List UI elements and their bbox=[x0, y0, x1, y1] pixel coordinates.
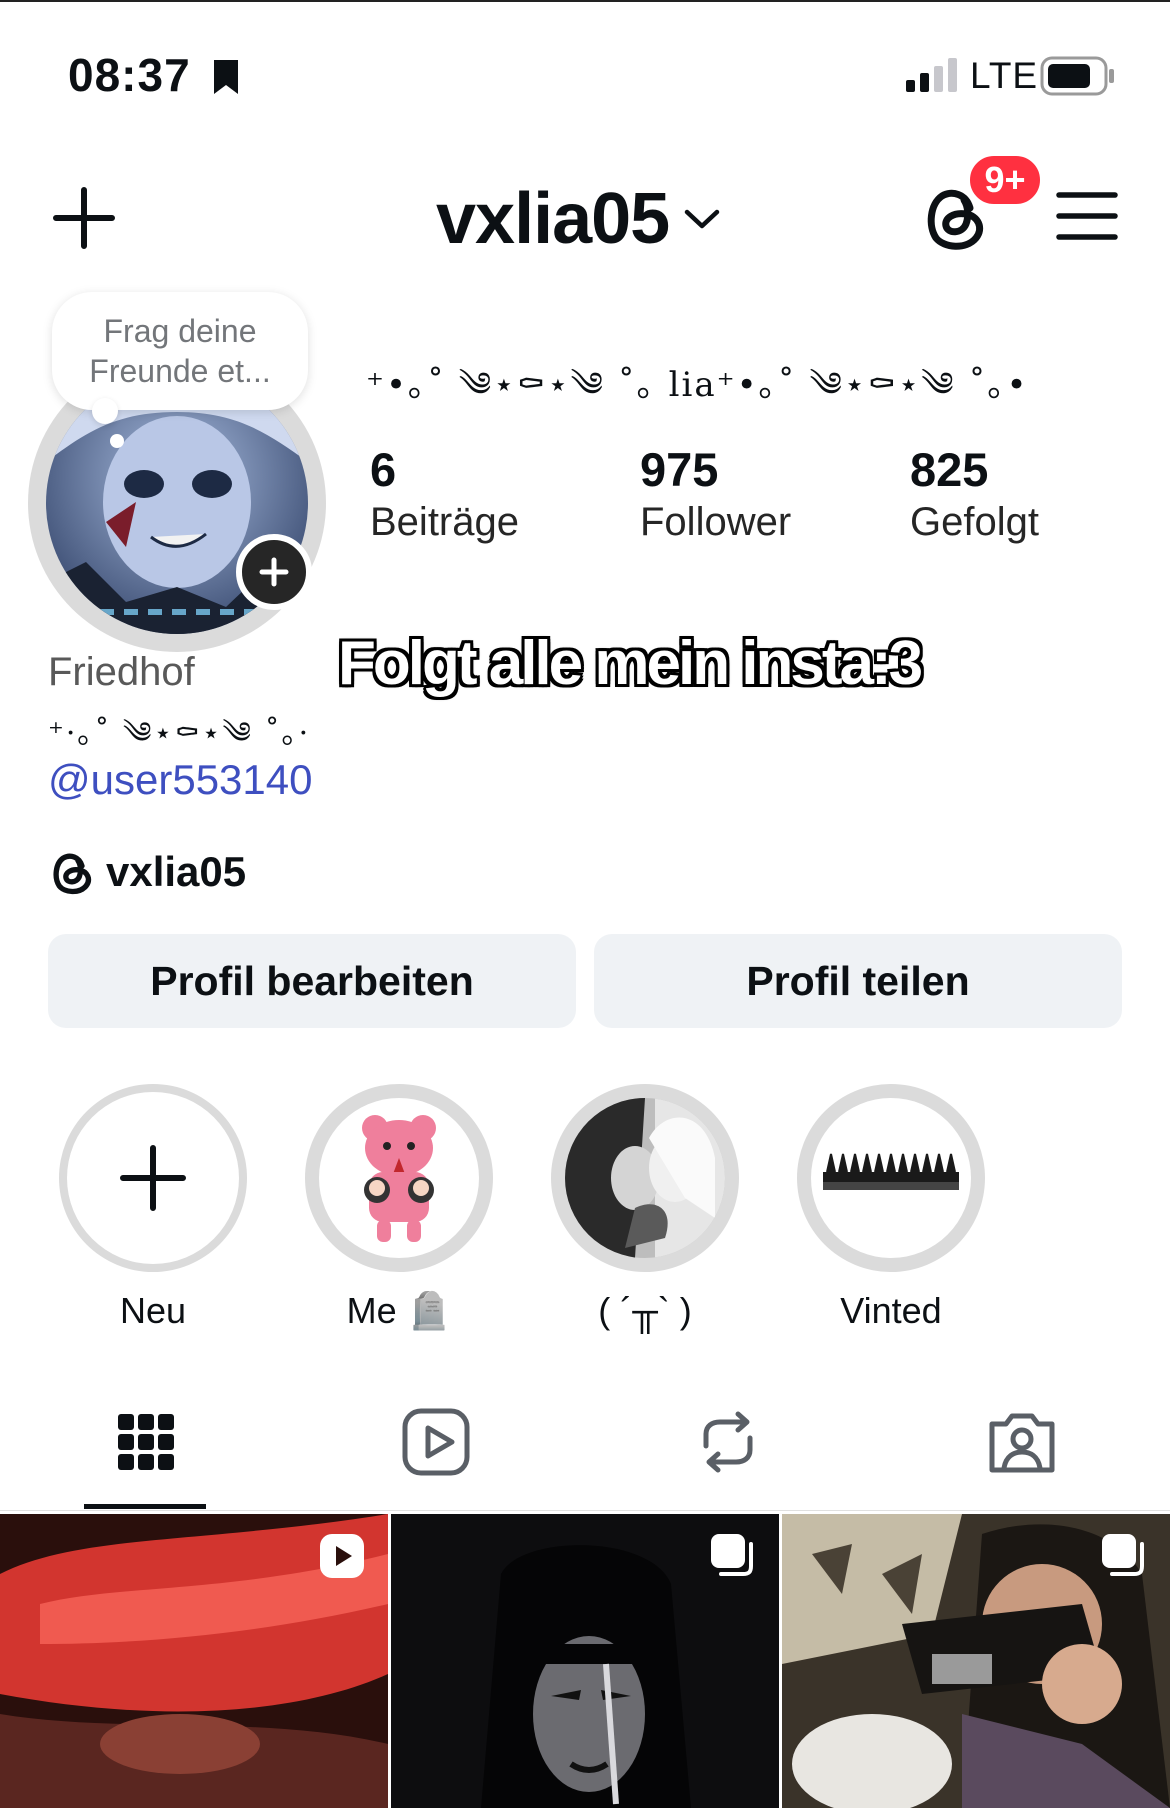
carousel-icon bbox=[1102, 1534, 1144, 1576]
account-switcher[interactable]: vxlia05 bbox=[436, 178, 721, 260]
highlight-cover-belt bbox=[811, 1098, 971, 1258]
note-bubble-tail bbox=[92, 398, 118, 424]
bookmark-icon bbox=[214, 60, 238, 94]
stat-posts[interactable]: 6 Beiträge bbox=[370, 442, 519, 546]
bio-name: Friedhof bbox=[48, 650, 195, 694]
profile-display-name: ⁺•｡˚ ༄⋆⚰⋆༄ ˚｡ lia⁺•｡˚ ༄⋆⚰⋆༄ ˚｡• bbox=[366, 365, 1029, 405]
note-bubble-tail-small bbox=[110, 434, 124, 448]
stat-following[interactable]: 825 Gefolgt bbox=[910, 442, 1039, 546]
create-plus-button[interactable] bbox=[52, 186, 116, 250]
stat-posts-label: Beiträge bbox=[370, 500, 519, 544]
highlight-label: ( ´╥` ) bbox=[598, 1290, 692, 1331]
note-line-1: Frag deine bbox=[103, 313, 257, 349]
highlight-cover-bear bbox=[319, 1098, 479, 1258]
highlight-label: Neu bbox=[119, 1290, 187, 1331]
highlight-inner bbox=[67, 1092, 239, 1264]
stat-followers-value: 975 bbox=[640, 443, 719, 496]
top-edge bbox=[0, 0, 1170, 2]
menu-icon[interactable] bbox=[1056, 190, 1118, 242]
signal-icon bbox=[906, 58, 957, 92]
post-thumbnail-1[interactable] bbox=[0, 1514, 388, 1808]
highlight-cover-photo bbox=[565, 1098, 725, 1258]
overlay-caption: Folgt alle mein insta:3 bbox=[338, 629, 923, 698]
threads-handle: vxlia05 bbox=[106, 848, 247, 895]
share-profile-button[interactable]: Profil teilen bbox=[594, 934, 1122, 1028]
highlight-vinted[interactable]: Vinted bbox=[794, 1084, 988, 1332]
stat-following-value: 825 bbox=[910, 443, 989, 496]
plus-icon bbox=[120, 1145, 186, 1211]
note-bubble[interactable]: Frag deine Freunde et... bbox=[52, 292, 308, 410]
edit-profile-button[interactable]: Profil bearbeiten bbox=[48, 934, 576, 1028]
status-time: 08:37 bbox=[68, 49, 191, 101]
tab-divider bbox=[0, 1510, 1170, 1511]
highlight-ring bbox=[551, 1084, 739, 1272]
post-thumbnail-3[interactable] bbox=[782, 1514, 1170, 1808]
post-thumbnail-2[interactable] bbox=[391, 1514, 779, 1808]
add-story-button[interactable] bbox=[236, 534, 312, 610]
highlight-sad[interactable]: ( ´╥` ) bbox=[548, 1084, 742, 1332]
header-username: vxlia05 bbox=[436, 179, 670, 259]
reels-icon[interactable] bbox=[400, 1406, 472, 1478]
reposts-icon[interactable] bbox=[692, 1406, 764, 1478]
highlight-new[interactable]: Neu bbox=[56, 1084, 250, 1332]
active-tab-indicator bbox=[84, 1504, 206, 1509]
stat-followers-label: Follower bbox=[640, 500, 792, 544]
grid-icon[interactable] bbox=[110, 1406, 182, 1478]
plus-icon bbox=[259, 557, 289, 587]
highlight-ring bbox=[797, 1084, 985, 1272]
bio-mention-link[interactable]: @user553140 bbox=[48, 756, 313, 804]
threads-profile-link[interactable]: vxlia05 bbox=[50, 848, 246, 896]
notification-badge: 9+ bbox=[966, 152, 1044, 208]
highlight-ring bbox=[305, 1084, 493, 1272]
highlight-label: Me 🪦 bbox=[346, 1290, 452, 1331]
network-type: LTE bbox=[970, 55, 1039, 96]
tagged-icon[interactable] bbox=[986, 1406, 1058, 1478]
threads-icon bbox=[53, 853, 92, 895]
highlight-ring bbox=[59, 1084, 247, 1272]
chevron-down-icon bbox=[684, 209, 720, 229]
stat-following-label: Gefolgt bbox=[910, 500, 1039, 544]
highlight-me[interactable]: Me 🪦 bbox=[302, 1084, 496, 1332]
reel-icon bbox=[320, 1534, 364, 1578]
highlight-label: Vinted bbox=[840, 1290, 942, 1331]
battery-icon bbox=[1040, 56, 1114, 96]
note-line-2: Freunde et... bbox=[89, 353, 271, 389]
carousel-icon bbox=[711, 1534, 753, 1576]
stat-followers[interactable]: 975 Follower bbox=[640, 442, 791, 546]
stat-posts-value: 6 bbox=[370, 443, 397, 496]
